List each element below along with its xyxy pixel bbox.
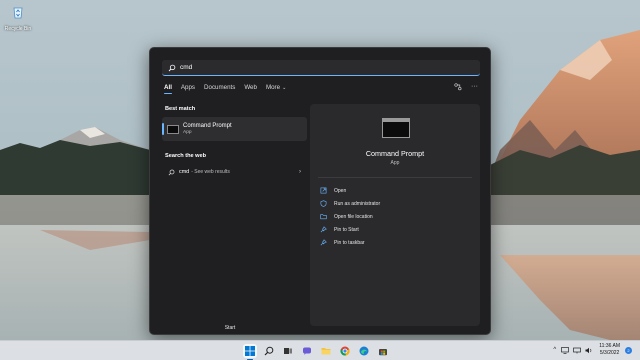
chrome-button[interactable] (338, 344, 352, 358)
best-match-title: Command Prompt (183, 123, 232, 129)
action-open[interactable]: Open (320, 184, 380, 197)
search-header-actions: ··· (445, 83, 478, 91)
shield-icon (320, 200, 327, 207)
chrome-icon (340, 346, 350, 356)
task-view-button[interactable] (281, 344, 295, 358)
chevron-down-icon: ⌄ (282, 85, 287, 91)
best-match-heading: Best match (165, 106, 196, 112)
store-icon (379, 349, 387, 356)
action-label: Run as administrator (334, 200, 381, 207)
notification-badge[interactable]: 2 (625, 346, 632, 354)
open-icon (320, 187, 327, 194)
taskbar-search-button[interactable] (262, 344, 276, 358)
system-tray: ^ 11:36 AM 5/3/2022 2 (548, 343, 632, 357)
edge-icon (359, 346, 369, 356)
recycle-bin-icon (13, 7, 23, 19)
best-match-result[interactable]: Command Prompt App (162, 117, 307, 141)
action-run-as-admin[interactable]: Run as administrator (320, 197, 380, 210)
start-menu: All Apps Documents Web More⌄ ··· Best ma… (149, 47, 491, 335)
store-button[interactable] (376, 344, 390, 358)
network-icon[interactable] (573, 347, 582, 354)
command-prompt-icon (167, 124, 179, 134)
pin-icon (320, 226, 327, 233)
tab-apps[interactable]: Apps (181, 84, 195, 94)
search-icon (168, 169, 175, 175)
taskbar-apps (243, 344, 395, 360)
chat-icon (303, 347, 311, 355)
web-section: Search the web cmd - See web results › (162, 153, 307, 179)
tab-more[interactable]: More ⌄ (266, 84, 286, 94)
chat-button[interactable] (300, 344, 314, 358)
web-query: cmd (179, 169, 190, 175)
action-label: Pin to taskbar (334, 239, 365, 246)
file-explorer-button[interactable] (319, 344, 333, 358)
search-input[interactable] (180, 64, 380, 71)
recycle-bin-label: Recycle Bin (4, 26, 32, 32)
action-label: Open file location (334, 213, 373, 220)
tab-more-label: More (265, 84, 281, 91)
web-suffix: - See web results (191, 169, 230, 175)
volume-icon[interactable] (585, 347, 593, 354)
display-icon[interactable] (561, 346, 570, 354)
windows-start-button[interactable] (243, 344, 257, 360)
chevron-right-icon: › (299, 169, 301, 175)
search-box[interactable] (162, 60, 480, 76)
tab-web[interactable]: Web (244, 84, 257, 94)
taskbar: ^ 11:36 AM 5/3/2022 2 (0, 340, 640, 360)
folder-icon (320, 214, 327, 220)
web-result[interactable]: cmd - See web results › (162, 165, 307, 179)
web-heading: Search the web (165, 153, 207, 159)
tab-documents[interactable]: Documents (204, 84, 235, 94)
search-tabs: All Apps Documents Web More ⌄ (164, 84, 295, 94)
action-open-file-location[interactable]: Open file location (320, 210, 380, 223)
command-prompt-large-icon (382, 118, 410, 138)
file-explorer-icon (321, 348, 331, 355)
clock-time: 11:36 AM (599, 343, 620, 349)
results-column: Best match Command Prompt App Search the… (162, 106, 307, 179)
share-icon[interactable] (454, 83, 462, 91)
detail-subtitle: App (390, 160, 400, 166)
recycle-bin-desktop-icon[interactable]: Recycle Bin (2, 4, 34, 32)
detail-pane: Command Prompt App Open Run as administr… (310, 104, 480, 326)
detail-title: Command Prompt (365, 149, 425, 158)
action-label: Open (334, 187, 347, 194)
best-match-subtitle: App (183, 130, 192, 135)
search-icon (264, 346, 274, 356)
task-view-icon (284, 348, 292, 354)
tab-all[interactable]: All (164, 84, 172, 94)
edge-button[interactable] (357, 344, 371, 358)
more-options-icon[interactable]: ··· (471, 83, 478, 91)
action-pin-to-start[interactable]: Pin to Start (320, 223, 380, 236)
search-icon (168, 64, 176, 71)
action-pin-to-taskbar[interactable]: Pin to taskbar (320, 236, 380, 249)
divider (318, 177, 472, 178)
action-label: Pin to Start (334, 226, 359, 233)
detail-actions: Open Run as administrator Open file loca… (320, 184, 380, 249)
windows-start-icon (245, 346, 255, 356)
pin-icon (320, 239, 327, 246)
start-footer-label: Start (224, 325, 236, 331)
clock[interactable]: 11:36 AM 5/3/2022 (599, 343, 620, 357)
clock-date: 5/3/2022 (599, 350, 620, 356)
tray-chevron-icon[interactable]: ^ (553, 347, 556, 353)
